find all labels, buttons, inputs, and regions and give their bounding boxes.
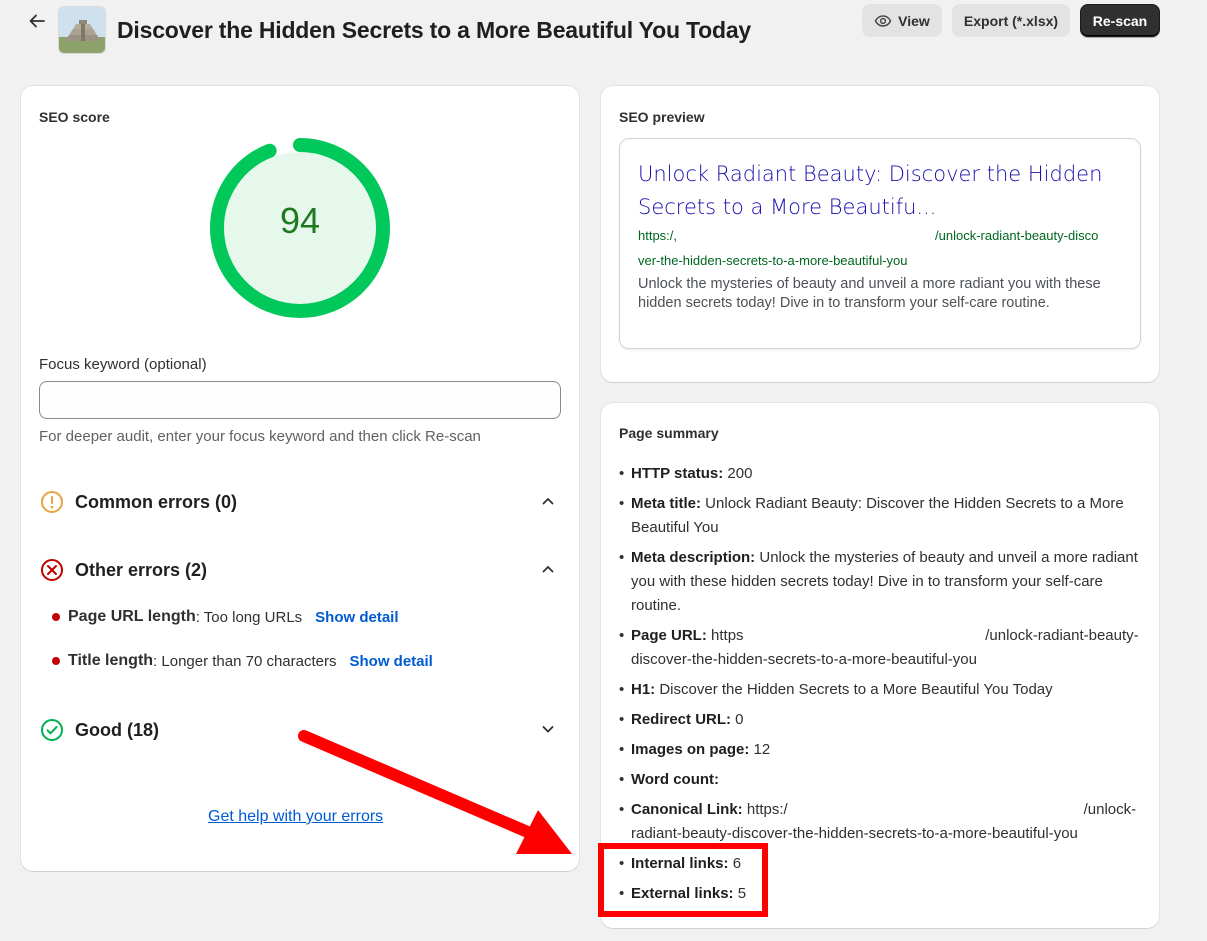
eye-icon <box>874 14 892 27</box>
chevron-up-icon <box>542 498 554 505</box>
check-circle-icon <box>41 719 63 741</box>
summary-item-redirect-url: • Redirect URL: 0 <box>619 711 744 728</box>
back-button[interactable] <box>24 8 50 34</box>
export-label: Export (*.xlsx) <box>963 12 1059 29</box>
annotation-arrow <box>298 730 572 854</box>
focus-keyword-input[interactable] <box>39 381 561 419</box>
summary-item-meta-description: • Meta description: Unlock the mysteries … <box>619 549 1138 614</box>
summary-item-meta-title: • Meta title: Unlock Radiant Beauty: Disc… <box>619 495 1124 536</box>
other-errors-label: Other errors (2) <box>75 559 208 580</box>
warning-icon <box>41 491 63 513</box>
serp-url-line2: ver-the-hidden-secrets-to-a-more-beautif… <box>638 253 908 268</box>
common-errors-toggle[interactable]: Common errors (0) <box>40 487 562 517</box>
page-title: Discover the Hidden Secrets to a More Be… <box>117 17 752 43</box>
export-button[interactable]: Export (*.xlsx) <box>952 4 1070 37</box>
summary-item-page-url: • Page URL: https /unlock-radiant-beauty-… <box>619 627 1139 668</box>
show-detail-link[interactable]: Show detail <box>350 653 433 670</box>
rescan-button[interactable]: Re-scan <box>1080 4 1160 37</box>
good-checks-label: Good (18) <box>75 719 159 740</box>
other-errors-toggle[interactable]: Other errors (2) <box>40 555 562 585</box>
page-thumbnail <box>58 6 106 54</box>
serp-url-start: https:/, <box>638 228 678 243</box>
rescan-label: Re-scan <box>1092 12 1148 29</box>
arrow-left-icon <box>29 14 45 28</box>
seo-score-heading: SEO score <box>39 109 110 125</box>
serp-description: Unlock the mysteries of beauty and unvei… <box>638 276 1101 311</box>
focus-keyword-help: For deeper audit, enter your focus keywo… <box>39 428 481 445</box>
summary-item-h1: • H1: Discover the Hidden Secrets to a Mo… <box>619 681 1053 698</box>
error-desc: : Longer than 70 characters <box>153 652 337 670</box>
error-name: Title length <box>68 652 154 669</box>
score-value: 94 <box>279 200 321 241</box>
chevron-up-icon <box>542 566 554 573</box>
page-summary-heading: Page summary <box>619 425 719 441</box>
error-name: Page URL length <box>68 608 196 625</box>
summary-item-canonical-link: • Canonical Link: https:/ /unlock-radiant… <box>619 801 1137 842</box>
summary-item-images: • Images on page: 12 <box>619 741 771 758</box>
common-errors-label: Common errors (0) <box>75 491 238 512</box>
error-circle-icon <box>41 559 63 581</box>
error-desc: : Too long URLs <box>195 608 303 626</box>
summary-item-word-count: • Word count: <box>619 771 720 788</box>
serp-url-end: /unlock-radiant-beauty-disco <box>935 228 1099 243</box>
error-item-url-length: Page URL length : Too long URLs Show det… <box>52 606 399 628</box>
summary-item-http-status: • HTTP status: 200 <box>619 465 753 482</box>
view-button[interactable]: View <box>862 4 942 37</box>
error-bullet <box>52 613 60 621</box>
serp-title: Unlock Radiant Beauty: Discover the Hidd… <box>638 162 1103 219</box>
error-item-title-length: Title length : Longer than 70 characters… <box>52 650 433 672</box>
show-detail-link[interactable]: Show detail <box>315 609 398 626</box>
focus-keyword-label: Focus keyword (optional) <box>39 356 207 373</box>
serp-url-line1: https:/, /unlock-radiant-beauty-disco <box>638 228 1128 243</box>
seo-preview-heading: SEO preview <box>619 109 705 125</box>
view-label: View <box>898 12 930 29</box>
error-bullet <box>52 657 60 665</box>
annotation-highlight-box <box>598 843 768 917</box>
